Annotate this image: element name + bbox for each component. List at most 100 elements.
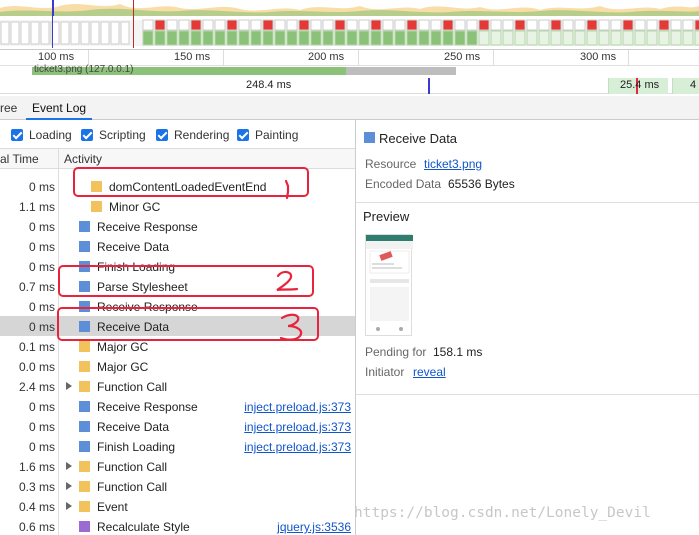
row-total-time: 0 ms [28,260,55,274]
pending-value: 158.1 ms [433,345,483,359]
annotation-box-1 [73,167,309,197]
overview-cursor[interactable] [52,0,53,48]
row-total-time: 0.0 ms [18,360,55,374]
tab-event-log[interactable]: Event Log [26,96,93,120]
scripting-checkbox[interactable] [81,129,93,141]
table-row[interactable]: 2.4 ms Function Call [0,376,355,396]
table-row[interactable]: 0.3 ms Function Call [0,476,355,496]
row-total-time: 0 ms [28,220,55,234]
row-total-time: 1.1 ms [18,200,55,214]
table-row[interactable]: 0 ms Receive Response [0,216,355,236]
tick-line [223,50,224,66]
annotation-number-1 [284,179,290,200]
encoded-data-value: 65536 Bytes [448,177,515,191]
tick-label: 250 ms [444,51,481,63]
cpu-activity-graph [0,0,699,16]
overview-cursor-red[interactable] [133,0,134,48]
frames-track[interactable]: 248.4 ms 25.4 ms 4 [0,78,699,94]
row-total-time: 0.6 ms [18,520,55,534]
tick-line [358,50,359,66]
frame-duration: 25.4 ms [620,79,660,91]
painting-label: Painting [255,128,299,142]
expand-arrow-icon[interactable] [66,382,72,390]
initiator-link[interactable]: reveal [413,365,446,379]
encoded-data-key: Encoded Data [365,177,442,191]
row-activity: Function Call [97,480,168,494]
category-swatch-icon [91,201,102,212]
table-row[interactable]: 0.4 ms Event [0,496,355,516]
category-swatch-icon [79,481,90,492]
row-total-time: 0 ms [28,240,55,254]
table-row[interactable]: 0.0 ms Major GC [0,356,355,376]
table-row[interactable]: 1.6 ms Function Call [0,456,355,476]
details-title: Receive Data [379,131,458,146]
table-row[interactable]: 0 ms Receive Response inject.preload.js:37… [0,396,355,416]
preview-separator [356,394,699,395]
loading-checkbox[interactable] [11,129,23,141]
network-request-tail [346,67,456,75]
expand-arrow-icon[interactable] [66,462,72,470]
category-swatch-icon [79,421,90,432]
tick-label: 150 ms [174,51,211,63]
resource-key: Resource [365,157,417,171]
table-row[interactable]: 0 ms Finish Loading inject.preload.js:373 [0,436,355,456]
table-row[interactable]: 1.1 ms Minor GC [0,196,355,216]
network-track[interactable]: ticket3.png (127.0.0.1) [0,64,699,78]
table-row[interactable]: 0 ms Receive Data [0,236,355,256]
activity-header[interactable]: Activity [64,152,102,166]
tick-label: 100 ms [38,51,75,63]
row-total-time: 1.6 ms [18,460,55,474]
total-time-header[interactable]: al Time [0,152,39,166]
annotation-number-2 [276,270,299,292]
rendering-label: Rendering [174,128,230,142]
row-total-time: 0 ms [28,180,55,194]
event-log-rows: 0 ms domContentLoadedEventEnd 1.1 ms Minor … [0,169,355,535]
preview-title: Preview [363,209,410,224]
source-link[interactable]: inject.preload.js:373 [244,400,351,414]
row-activity: Finish Loading [97,440,176,454]
row-total-time: 0.1 ms [18,340,55,354]
tab-tree[interactable]: ree [0,96,23,120]
row-activity: Receive Data [97,240,170,254]
row-activity: Function Call [97,380,168,394]
network-request-label: ticket3.png (127.0.0.1) [34,64,134,75]
frame-bars [0,19,699,46]
bottom-tabs: ree Event Log [0,96,699,120]
rendering-checkbox[interactable] [156,129,168,141]
painting-checkbox[interactable] [237,129,249,141]
row-activity: Major GC [97,340,149,354]
source-link[interactable]: inject.preload.js:373 [244,440,351,454]
row-total-time: 0.4 ms [18,500,55,514]
tick-label: 200 ms [308,51,345,63]
pending-key: Pending for [365,345,427,359]
loading-swatch-icon [364,132,375,143]
preview-thumbnail [366,235,413,331]
category-swatch-icon [79,521,90,532]
expand-arrow-icon[interactable] [66,482,72,490]
category-swatch-icon [79,441,90,452]
category-swatch-icon [79,221,90,232]
event-filters: Loading Scripting Rendering Painting [0,124,355,146]
details-panel: Receive Data Resource ticket3.png Encode… [356,120,699,535]
source-link[interactable]: inject.preload.js:373 [244,420,351,434]
initiator-key: Initiator [365,365,405,379]
category-swatch-icon [79,361,90,372]
category-swatch-icon [79,341,90,352]
source-link[interactable]: jquery.js:3536 [277,520,351,534]
table-row[interactable]: 0.6 ms Recalculate Style jquery.js:3536 [0,516,355,535]
details-separator [356,202,699,203]
tick-label: 300 ms [580,51,617,63]
resource-link[interactable]: ticket3.png [424,157,482,171]
row-activity: Recalculate Style [97,520,190,534]
row-total-time: 0 ms [28,420,55,434]
scripting-label: Scripting [99,128,146,142]
tick-line [493,50,494,66]
category-swatch-icon [79,461,90,472]
row-activity: Major GC [97,360,149,374]
row-total-time: 0.7 ms [18,280,55,294]
timeline-overview[interactable] [0,0,699,50]
table-row[interactable]: 0 ms Receive Data inject.preload.js:373 [0,416,355,436]
expand-arrow-icon[interactable] [66,502,72,510]
row-activity: Receive Data [97,420,170,434]
category-swatch-icon [79,381,90,392]
